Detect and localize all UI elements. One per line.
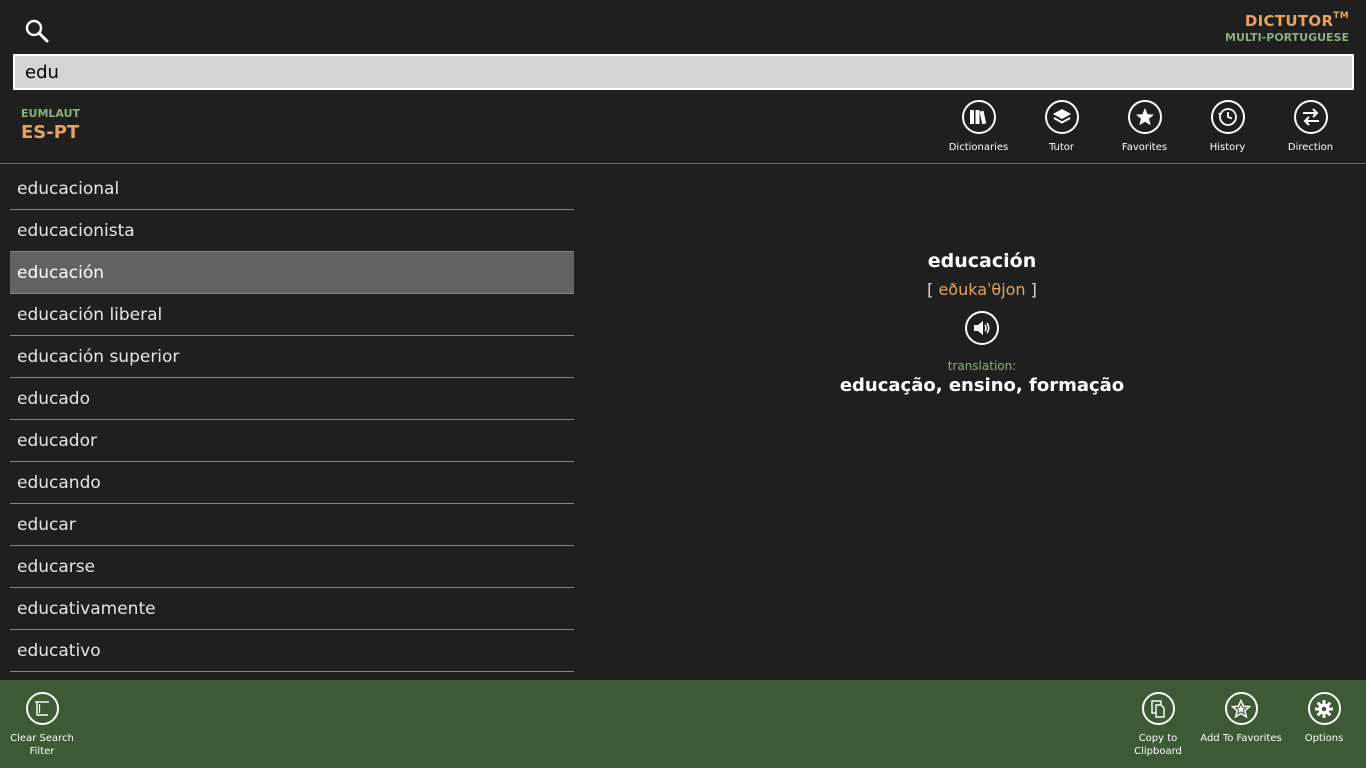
list-item[interactable]: educación superior: [10, 336, 574, 378]
entry-detail: educación [ eðukaˈθjon ] translation: ed…: [598, 250, 1366, 396]
translation-label: translation:: [947, 359, 1017, 373]
clear-search-filter-button[interactable]: Clear Search Filter: [0, 692, 84, 758]
dictionaries-button[interactable]: Dictionaries: [937, 100, 1020, 153]
list-item[interactable]: educarse: [10, 546, 574, 588]
copy-icon: [1141, 692, 1175, 725]
list-item[interactable]: educando: [10, 462, 574, 504]
dictionary-pair: ES-PT: [21, 122, 80, 143]
history-label: History: [1209, 142, 1246, 153]
list-item[interactable]: educacionista: [10, 210, 574, 252]
entry-headword: educación: [927, 250, 1037, 272]
brand-title: DICTUTORTM: [1244, 11, 1349, 30]
copy-to-clipboard-button[interactable]: Copy to Clipboard: [1116, 692, 1200, 758]
pronunciation-bracket-close: ]: [1030, 280, 1037, 299]
bottom-appbar: Clear Search Filter Copy to Clipboard Add …: [0, 680, 1366, 768]
favorites-button[interactable]: Favorites: [1103, 100, 1186, 153]
dictionary-provider: EUMLAUT: [21, 107, 81, 120]
layers-icon: [1044, 100, 1079, 134]
word-list: educacional educacionista educación educ…: [10, 168, 574, 672]
list-item[interactable]: educar: [10, 504, 574, 546]
add-to-favorites-button[interactable]: Add To Favorites: [1199, 692, 1283, 745]
brand-subtitle: MULTI-PORTUGUESE: [1225, 31, 1349, 44]
list-item[interactable]: educado: [10, 378, 574, 420]
header-divider: [0, 163, 1366, 164]
pronunciation-ipa: eðukaˈθjon: [938, 280, 1026, 299]
list-item[interactable]: educativo: [10, 630, 574, 672]
star-icon: [1127, 100, 1162, 134]
entry-pronunciation: [ eðukaˈθjon ]: [598, 280, 1366, 299]
favorites-label: Favorites: [1121, 142, 1168, 153]
clear-search-filter-label: Clear Search Filter: [10, 733, 74, 757]
search-input[interactable]: [13, 54, 1354, 90]
speaker-icon[interactable]: [965, 311, 999, 345]
tutor-label: Tutor: [1048, 142, 1075, 153]
tutor-button[interactable]: Tutor: [1020, 100, 1103, 153]
dictionaries-label: Dictionaries: [948, 142, 1009, 153]
top-toolbar: Dictionaries Tutor Favorites History Dir…: [937, 100, 1352, 153]
list-item[interactable]: educativamente: [10, 588, 574, 630]
list-item[interactable]: educación liberal: [10, 294, 574, 336]
search-icon[interactable]: [24, 18, 50, 44]
add-to-favorites-label: Add To Favorites: [1200, 733, 1282, 744]
options-label: Options: [1304, 733, 1344, 744]
history-button[interactable]: History: [1186, 100, 1269, 153]
direction-label: Direction: [1287, 142, 1334, 153]
pronunciation-bracket-open: [: [927, 280, 934, 299]
clock-icon: [1210, 100, 1245, 134]
direction-button[interactable]: Direction: [1269, 100, 1352, 153]
brand-logo: DICTUTORTM MULTI-PORTUGUESE: [1225, 11, 1349, 44]
swap-arrows-icon: [1293, 100, 1328, 134]
options-button[interactable]: Options: [1282, 692, 1366, 745]
translation-value: educação, ensino, formação: [839, 375, 1125, 396]
copy-to-clipboard-label: Copy to Clipboard: [1134, 733, 1182, 757]
gear-icon: [1307, 692, 1341, 725]
list-item-selected[interactable]: educación: [10, 252, 574, 294]
star-outline-icon: [1224, 692, 1258, 725]
filter-icon: [25, 692, 59, 725]
books-icon: [961, 100, 996, 134]
list-item[interactable]: educador: [10, 420, 574, 462]
list-item[interactable]: educacional: [10, 168, 574, 210]
